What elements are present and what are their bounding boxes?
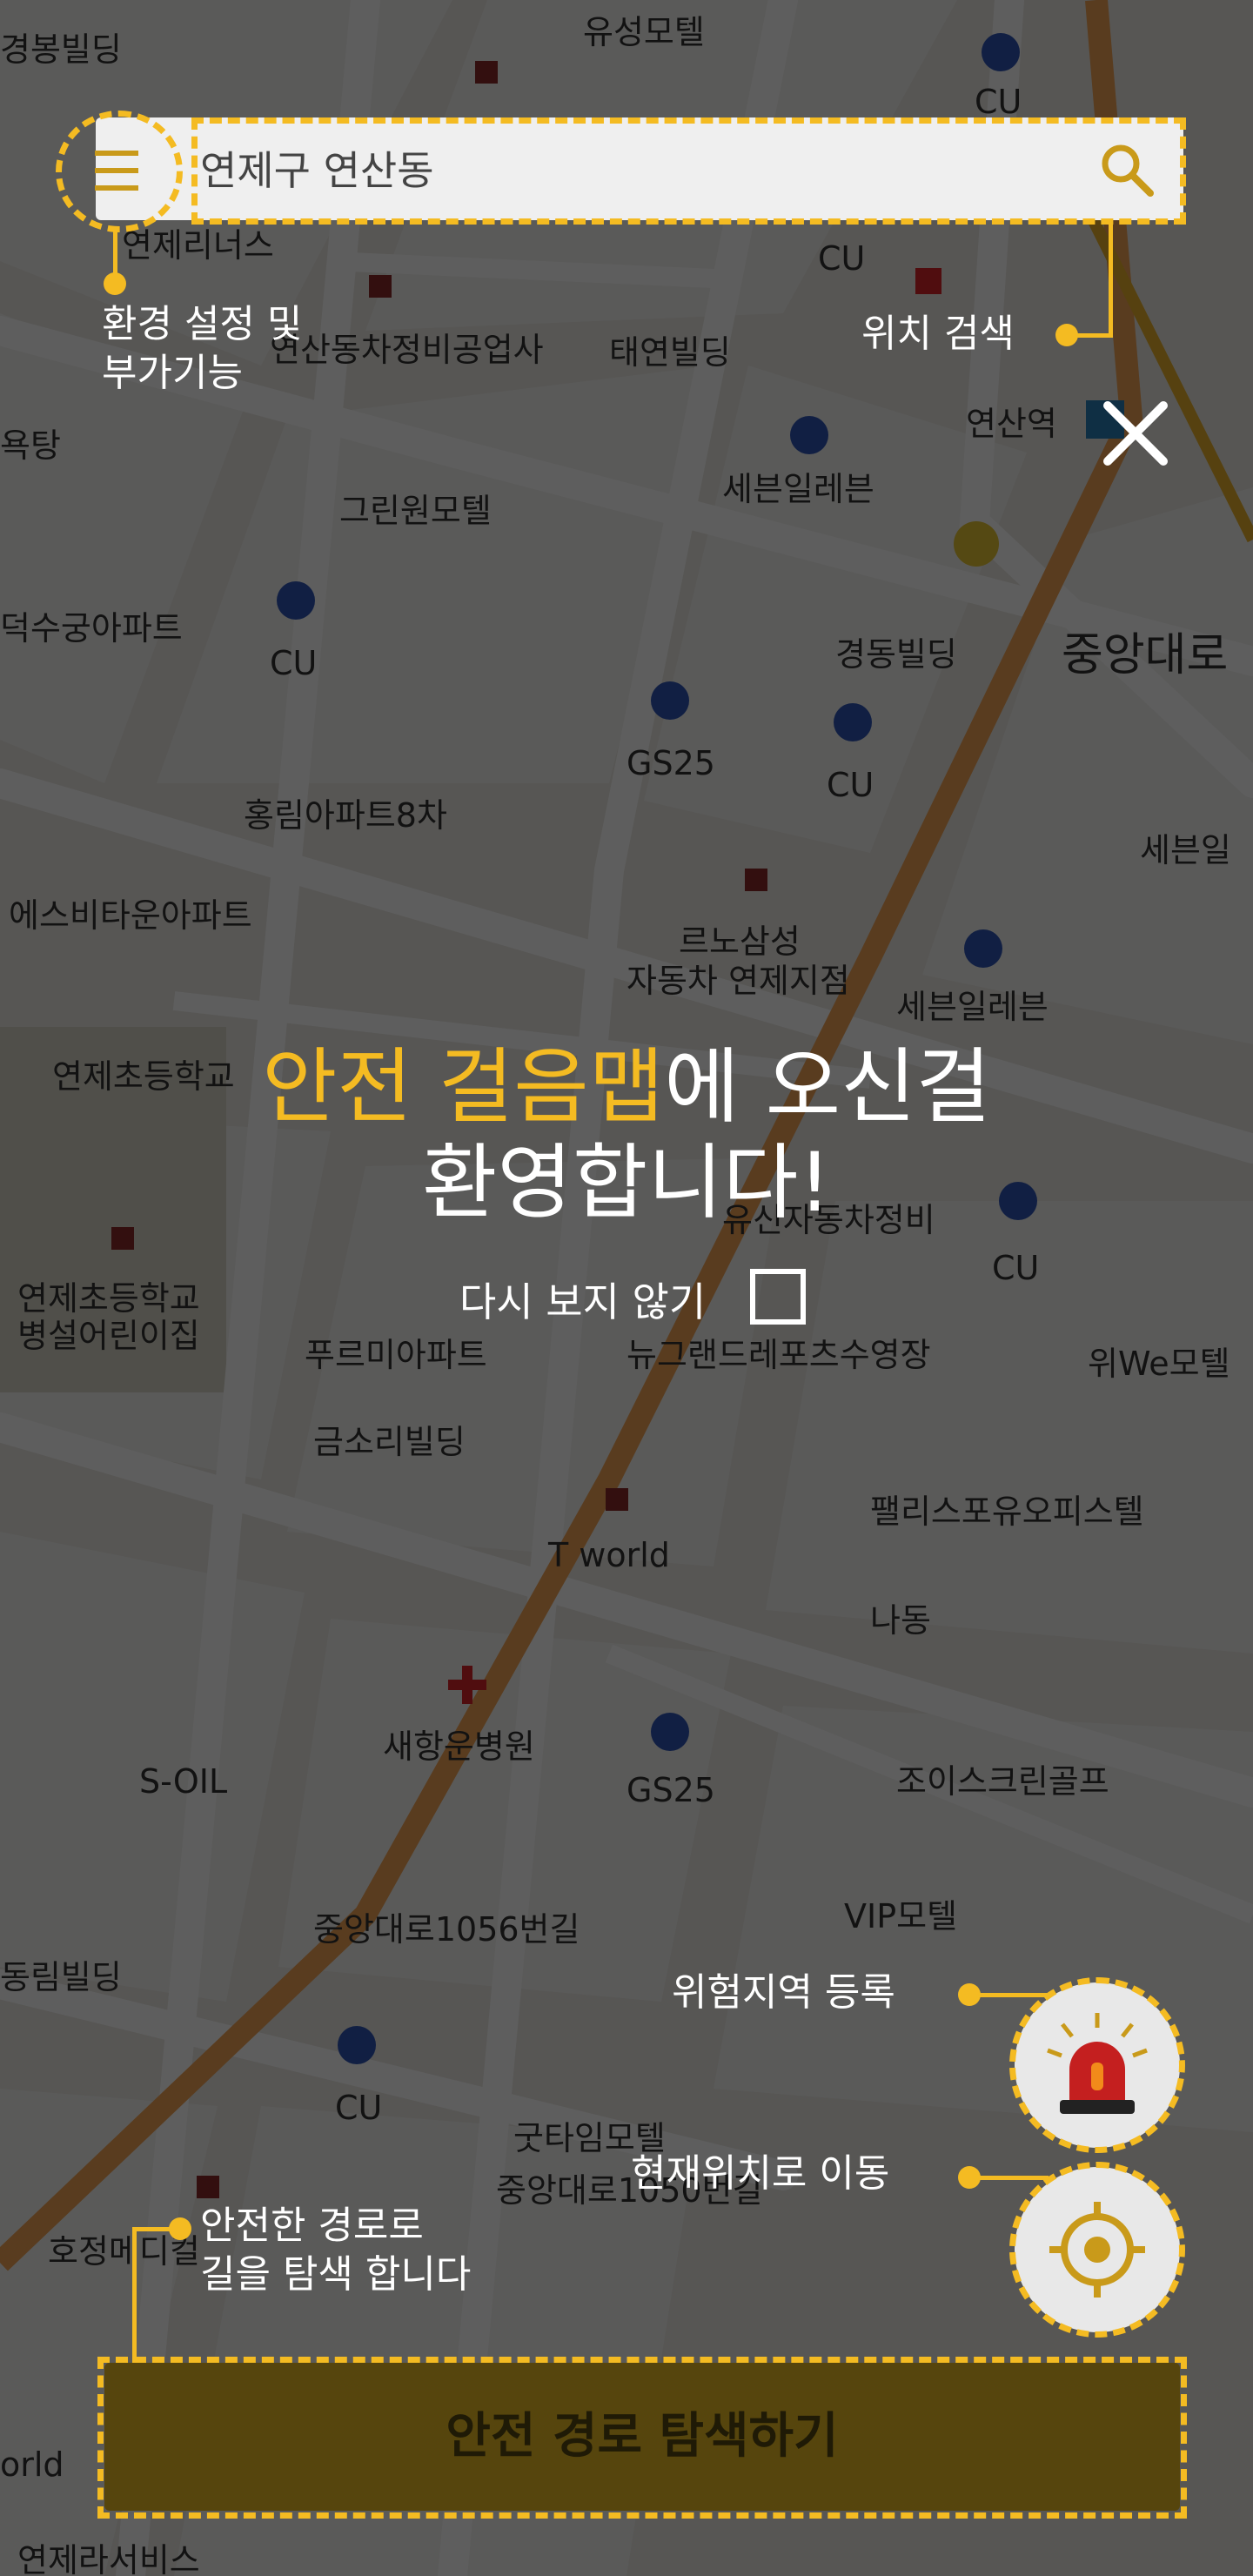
location-hint-line bbox=[970, 2176, 1049, 2180]
search-hint-label: 위치 검색 bbox=[861, 312, 1015, 356]
danger-hint-dot bbox=[958, 1983, 981, 2006]
welcome-title: 안전 걸음맵에 오신걸 bbox=[0, 1040, 1253, 1136]
menu-hint-dot bbox=[104, 272, 126, 295]
danger-zone-highlight bbox=[1009, 1977, 1185, 2153]
dont-show-label[interactable]: 다시 보지 않기 bbox=[459, 1271, 706, 1328]
menu-hint-line1: 환경 설정 및 bbox=[102, 302, 303, 346]
welcome-line1-rest: 에 오신걸 bbox=[664, 1040, 992, 1135]
welcome-app-name: 안전 걸음맵 bbox=[261, 1040, 665, 1135]
menu-hint: 환경 설정 및 부가기능 bbox=[102, 300, 302, 398]
search-hint-line bbox=[1109, 225, 1113, 338]
menu-hint-line2: 부가기능 bbox=[102, 351, 243, 395]
route-hint-line2: 길을 탐색 합니다 bbox=[200, 2252, 472, 2297]
menu-highlight bbox=[56, 111, 183, 232]
danger-hint-label: 위험지역 등록 bbox=[672, 1970, 895, 2015]
close-icon[interactable] bbox=[1101, 399, 1170, 468]
dont-show-checkbox[interactable] bbox=[750, 1269, 806, 1325]
route-hint-line bbox=[132, 2227, 137, 2366]
route-hint: 안전한 경로로 길을 탐색 합니다 bbox=[200, 2202, 471, 2299]
search-highlight bbox=[191, 117, 1186, 225]
danger-hint-line bbox=[970, 1993, 1049, 1997]
location-hint-label: 현재위치로 이동 bbox=[631, 2151, 890, 2196]
route-button-highlight bbox=[97, 2357, 1187, 2519]
search-hint-dot bbox=[1055, 324, 1078, 346]
welcome-line2: 환영합니다! bbox=[421, 1136, 832, 1231]
location-hint-dot bbox=[958, 2166, 981, 2189]
route-hint-line1: 안전한 경로로 bbox=[200, 2204, 424, 2248]
my-location-highlight bbox=[1009, 2162, 1185, 2338]
route-hint-line-h bbox=[132, 2227, 176, 2231]
